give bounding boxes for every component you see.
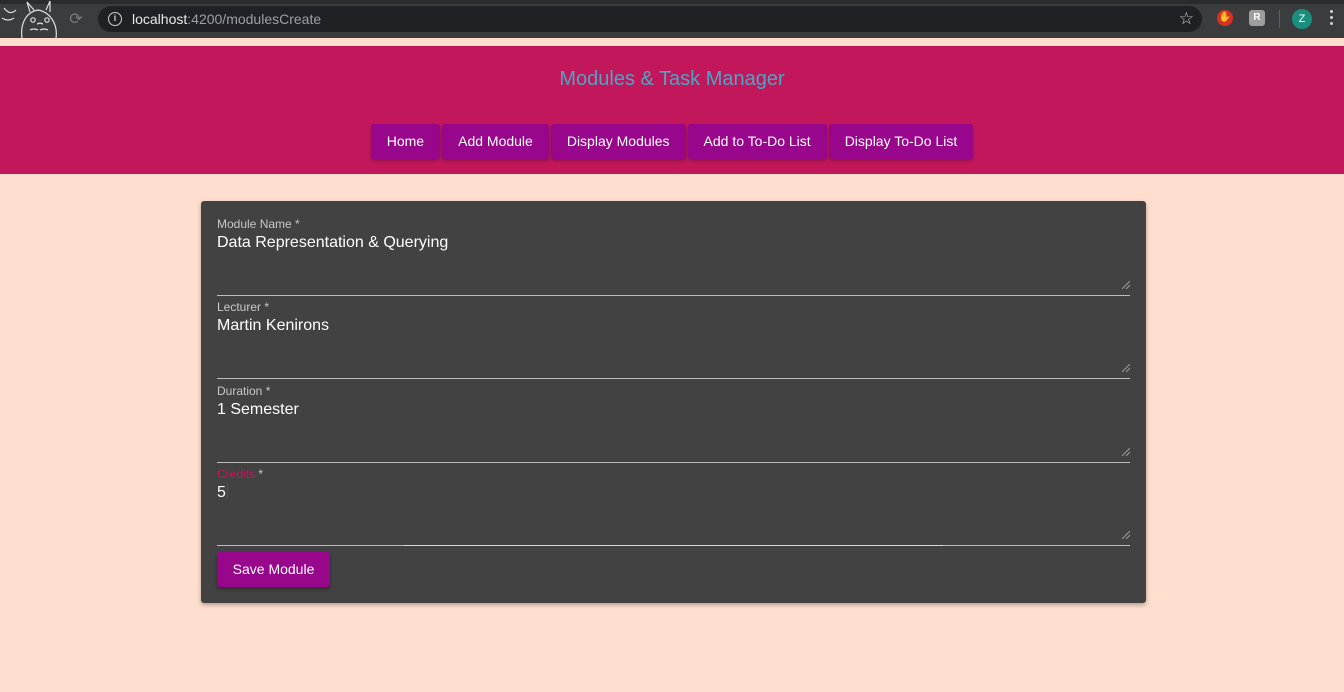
- required-marker: *: [265, 384, 271, 398]
- duration-field[interactable]: Duration * 1 Semester: [217, 384, 1130, 464]
- url-path: :4200/modulesCreate: [187, 11, 322, 27]
- resize-grip-icon[interactable]: [1122, 364, 1130, 372]
- r-extension-icon[interactable]: R: [1249, 10, 1265, 26]
- field-underline: [217, 462, 1130, 463]
- resize-grip-icon[interactable]: [1122, 448, 1130, 456]
- resize-grip-icon[interactable]: [1122, 281, 1130, 289]
- duration-input[interactable]: 1 Semester: [217, 400, 1117, 444]
- tab-strip: [0, 0, 1344, 4]
- credits-input[interactable]: 5: [217, 483, 1117, 527]
- module-name-field[interactable]: Module Name * Data Representation & Quer…: [217, 217, 1130, 297]
- page-title: Modules & Task Manager: [559, 68, 785, 90]
- lecturer-input[interactable]: Martin Kenirons: [217, 316, 1117, 360]
- nav-display-modules-button[interactable]: Display Modules: [550, 124, 686, 159]
- toolbar-divider: [1279, 10, 1280, 28]
- credits-value: 5: [217, 484, 226, 501]
- module-name-label: Module Name *: [217, 217, 300, 231]
- url-host: localhost: [132, 11, 188, 27]
- required-marker: *: [258, 467, 264, 481]
- lecturer-field[interactable]: Lecturer * Martin Kenirons: [217, 300, 1130, 380]
- resize-grip-icon[interactable]: [1122, 531, 1130, 539]
- reload-icon[interactable]: ⟳: [66, 9, 86, 29]
- required-marker: *: [295, 217, 300, 231]
- browser-menu-icon[interactable]: [1330, 10, 1334, 28]
- url-text[interactable]: localhost:4200/modulesCreate: [132, 11, 321, 27]
- module-form-card: Module Name * Data Representation & Quer…: [201, 201, 1146, 603]
- module-name-label-text: Module Name: [217, 217, 292, 231]
- address-bar[interactable]: i localhost:4200/modulesCreate ☆: [98, 6, 1202, 32]
- duration-label: Duration *: [217, 384, 270, 398]
- credits-field[interactable]: Credits * 5: [217, 467, 1130, 547]
- save-module-button[interactable]: Save Module: [217, 552, 330, 587]
- field-underline: [217, 295, 1130, 296]
- field-underline: [217, 378, 1130, 379]
- nav-display-todo-button[interactable]: Display To-Do List: [828, 124, 974, 159]
- bookmark-star-icon[interactable]: ☆: [1179, 9, 1194, 29]
- nav-add-module-button[interactable]: Add Module: [442, 124, 549, 159]
- duration-label-text: Duration: [217, 384, 263, 398]
- credits-label: Credits *: [217, 467, 263, 481]
- info-icon[interactable]: i: [108, 12, 122, 26]
- nav-add-todo-button[interactable]: Add to To-Do List: [687, 124, 827, 159]
- profile-avatar[interactable]: Z: [1292, 9, 1312, 29]
- required-marker: *: [264, 300, 270, 314]
- page-top-strip: [0, 38, 1344, 46]
- main-nav: Home Add Module Display Modules Add to T…: [0, 124, 1344, 159]
- credits-label-text: Credits: [217, 467, 256, 481]
- text-caret: [226, 483, 228, 499]
- lecturer-label: Lecturer *: [217, 300, 269, 314]
- totoro-theme-icon: [1, 0, 57, 38]
- lecturer-label-text: Lecturer: [217, 300, 262, 314]
- stop-hand-extension-icon[interactable]: ✋: [1217, 10, 1233, 26]
- app-header: Modules & Task Manager Home Add Module D…: [0, 46, 1344, 174]
- browser-toolbar: ⟳ i localhost:4200/modulesCreate ☆ ✋ R Z: [0, 0, 1344, 38]
- module-name-input[interactable]: Data Representation & Querying: [217, 233, 1117, 277]
- nav-home-button[interactable]: Home: [370, 124, 441, 159]
- focus-underline: [404, 545, 943, 546]
